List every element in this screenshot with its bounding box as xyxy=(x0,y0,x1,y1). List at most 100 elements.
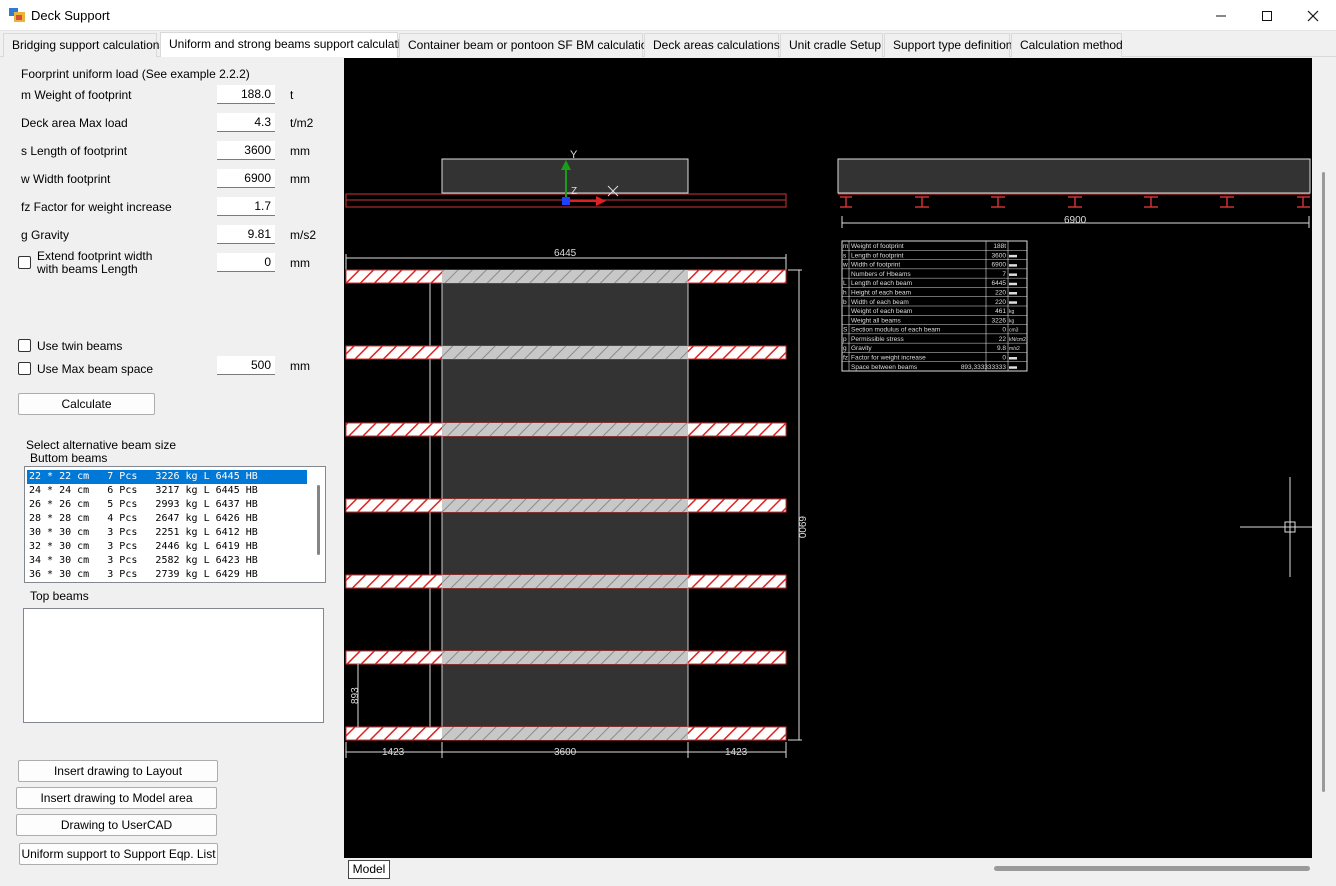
dim-side-view: 6900 xyxy=(1064,215,1087,226)
info-table-unit: cm3 xyxy=(1009,328,1019,334)
tab-strip: Bridging support calculations Uniform an… xyxy=(0,31,1336,58)
info-table-value: 22 xyxy=(999,336,1007,343)
tab-deck-areas[interactable]: Deck areas calculations xyxy=(644,33,780,57)
info-table-value: 3600 xyxy=(992,252,1007,259)
extend-width-checkbox[interactable] xyxy=(18,256,31,269)
info-table-unit-mark xyxy=(1009,282,1017,286)
list-item[interactable]: 24 * 24 cm 6 Pcs 3217 kg L 6445 HB xyxy=(27,484,307,498)
footprint-side xyxy=(837,158,1311,194)
extend-width-input[interactable]: 0 xyxy=(217,253,275,272)
max-beam-space-input[interactable]: 500 xyxy=(217,356,275,375)
info-table-sym: g xyxy=(843,345,847,352)
tab-calculation-method[interactable]: Calculation method xyxy=(1011,33,1123,57)
info-table-label: Height of each beam xyxy=(851,290,911,297)
dim-beam-space: 893 xyxy=(350,687,361,704)
model-tab[interactable]: Model xyxy=(348,860,390,879)
width-input[interactable]: 6900 xyxy=(217,169,275,188)
twin-beams-checkbox[interactable] xyxy=(18,339,31,352)
info-table: m Weight of footprint 188t s Length of footp… xyxy=(841,240,1028,372)
info-table-label: Permissible stress xyxy=(851,336,904,343)
info-table-value: 220 xyxy=(995,299,1006,306)
info-table-sym: s xyxy=(843,252,847,259)
tab-container-beam[interactable]: Container beam or pontoon SF BM calculat… xyxy=(399,33,660,57)
list-item[interactable]: 36 * 30 cm 3 Pcs 2739 kg L 6429 HB xyxy=(27,568,307,582)
gravity-label: g Gravity xyxy=(21,228,70,242)
dim-bottom-mid: 3600 xyxy=(554,747,577,758)
length-label: s Length of footprint xyxy=(21,144,128,158)
info-table-unit: kg xyxy=(1009,309,1015,315)
maximize-button[interactable] xyxy=(1244,0,1290,31)
list-item[interactable]: 28 * 28 cm 4 Pcs 2647 kg L 6426 HB xyxy=(27,512,307,526)
cad-drawing: Y Z 6900 6445 6900 893 1423 3600 1423 m … xyxy=(345,149,1312,758)
info-table-unit-mark xyxy=(1009,301,1017,304)
axis-z-label: Z xyxy=(571,186,577,197)
info-table-label: Section modulus of each beam xyxy=(851,327,940,334)
info-table-label: Numbers of Hbeams xyxy=(851,271,911,278)
insert-layout-button[interactable]: Insert drawing to Layout xyxy=(18,760,218,782)
width-unit: mm xyxy=(290,172,310,186)
extend-width-unit: mm xyxy=(290,256,310,270)
info-table-unit: kg xyxy=(1009,318,1015,324)
info-table-label: Factor for weight increase xyxy=(851,355,926,362)
dim-right-width: 6900 xyxy=(796,516,807,539)
length-unit: mm xyxy=(290,144,310,158)
info-table-unit-mark xyxy=(1009,357,1017,360)
info-table-label: Weight all beams xyxy=(851,317,901,324)
list-scrollbar[interactable] xyxy=(317,485,320,555)
list-item[interactable]: 32 * 30 cm 3 Pcs 2446 kg L 6419 HB xyxy=(27,540,307,554)
bottom-beams-list[interactable]: 22 * 22 cm 7 Pcs 3226 kg L 6445 HB 24 * … xyxy=(24,466,326,583)
factor-input[interactable]: 1.7 xyxy=(217,197,275,216)
minimize-button[interactable] xyxy=(1198,0,1244,31)
max-beam-space-checkbox[interactable] xyxy=(18,362,31,375)
horizontal-scrollbar[interactable] xyxy=(994,866,1310,871)
info-table-value: 220 xyxy=(995,290,1006,297)
list-item[interactable]: 26 * 26 cm 5 Pcs 2993 kg L 6437 HB xyxy=(27,498,307,512)
info-table-label: Space between beams xyxy=(851,364,918,371)
crosshair-cursor xyxy=(1240,477,1312,577)
info-table-sym: m xyxy=(843,243,848,250)
gravity-input[interactable]: 9.81 xyxy=(217,225,275,244)
close-button[interactable] xyxy=(1290,0,1336,31)
list-item[interactable]: 22 * 22 cm 7 Pcs 3226 kg L 6445 HB xyxy=(27,470,307,484)
bottom-beams-label: Buttom beams xyxy=(30,451,108,465)
info-table-label: Length of footprint xyxy=(851,252,904,259)
select-alternative-label: Select alternative beam size xyxy=(26,438,177,452)
tab-uniform-strong-beams[interactable]: Uniform and strong beams support calcula… xyxy=(160,32,420,58)
vertical-scrollbar[interactable] xyxy=(1312,58,1336,858)
factor-label: fz Factor for weight increase xyxy=(21,200,172,214)
tab-support-type[interactable]: Support type definition xyxy=(884,33,1012,57)
info-table-label: Weight of footprint xyxy=(851,243,904,250)
tab-unit-cradle[interactable]: Unit cradle Setup xyxy=(780,33,883,57)
deck-max-load-input[interactable]: 4.3 xyxy=(217,113,275,132)
info-table-sym: h xyxy=(843,290,847,297)
minimize-icon xyxy=(1216,15,1226,16)
drawing-usercad-button[interactable]: Drawing to UserCAD xyxy=(16,814,217,836)
info-table-label: Weight of each beam xyxy=(851,308,912,315)
info-table-label: Width of footprint xyxy=(851,262,900,269)
length-input[interactable]: 3600 xyxy=(217,141,275,160)
info-table-value: 0 xyxy=(1002,327,1006,334)
calculate-button[interactable]: Calculate xyxy=(18,393,155,415)
info-table-unit-mark xyxy=(1009,254,1017,258)
vertical-scroll-thumb[interactable] xyxy=(1322,172,1325,792)
uniform-support-button[interactable]: Uniform support to Support Eqp. List xyxy=(19,843,218,865)
top-beams-list[interactable] xyxy=(23,608,324,723)
app-icon xyxy=(9,8,25,22)
insert-model-button[interactable]: Insert drawing to Model area xyxy=(16,787,217,809)
gravity-unit: m/s2 xyxy=(290,228,317,242)
cad-status-bar: Model xyxy=(344,858,1336,886)
info-table-unit-mark xyxy=(1009,366,1017,369)
list-item[interactable]: 30 * 30 cm 3 Pcs 2251 kg L 6412 HB xyxy=(27,526,307,540)
deck-max-load-unit: t/m2 xyxy=(290,116,314,130)
info-table-sym: b xyxy=(843,299,847,306)
weight-label: m Weight of footprint xyxy=(21,88,132,102)
info-table-sym: p xyxy=(843,336,847,343)
list-item[interactable]: 34 * 30 cm 3 Pcs 2582 kg L 6423 HB xyxy=(27,554,307,568)
info-table-value: 3226 xyxy=(992,317,1007,324)
cad-viewport[interactable]: Y Z 6900 6445 6900 893 1423 3600 1423 m … xyxy=(344,58,1312,858)
top-beams-label: Top beams xyxy=(30,589,89,603)
dim-top-length: 6445 xyxy=(554,248,577,259)
tab-bridging[interactable]: Bridging support calculations xyxy=(3,33,165,57)
weight-input[interactable]: 188.0 xyxy=(217,85,275,104)
info-table-value: 188t xyxy=(993,243,1006,250)
